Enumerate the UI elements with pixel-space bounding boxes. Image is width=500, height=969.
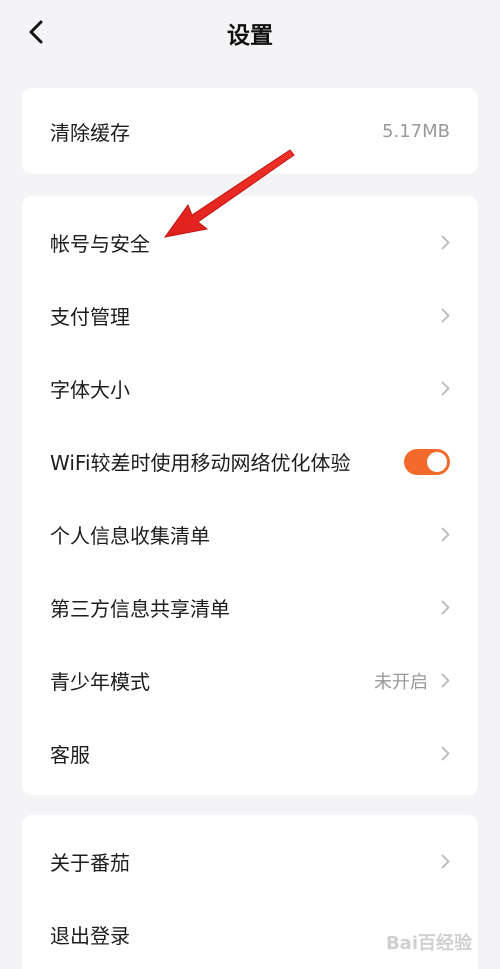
about-row[interactable]: 关于番茄 (22, 825, 478, 898)
payment-management-label: 支付管理 (50, 305, 130, 329)
account-security-row[interactable]: 帐号与安全 (22, 206, 478, 279)
clear-cache-row[interactable]: 清除缓存 5.17MB (22, 88, 478, 174)
header-bar: 设置 (0, 0, 500, 68)
teen-mode-status: 未开启 (374, 671, 428, 693)
wifi-optimize-toggle[interactable] (404, 448, 450, 475)
teen-mode-row[interactable]: 青少年模式 未开启 (22, 644, 478, 717)
chevron-right-icon (436, 744, 450, 764)
cache-card: 清除缓存 5.17MB (22, 88, 478, 174)
wifi-optimize-label: WiFi较差时使用移动网络优化体验 (50, 451, 351, 475)
customer-service-label: 客服 (50, 743, 90, 767)
chevron-right-icon (436, 671, 450, 691)
font-size-label: 字体大小 (50, 378, 130, 402)
settings-card: 帐号与安全 支付管理 字体大小 WiFi较差时使用移动网络优化体验 个人信息收集… (22, 196, 478, 795)
chevron-right-icon (436, 233, 450, 253)
account-security-label: 帐号与安全 (50, 232, 150, 256)
chevron-right-icon (436, 852, 450, 872)
personal-info-list-label: 个人信息收集清单 (50, 524, 210, 548)
page-title: 设置 (227, 23, 273, 49)
chevron-right-icon (436, 306, 450, 326)
about-label: 关于番茄 (50, 851, 130, 875)
teen-mode-label: 青少年模式 (50, 670, 150, 694)
customer-service-row[interactable]: 客服 (22, 717, 478, 790)
toggle-knob (427, 451, 447, 472)
cache-size-value: 5.17MB (382, 120, 450, 142)
third-party-sharing-label: 第三方信息共享清单 (50, 597, 230, 621)
clear-cache-label: 清除缓存 (50, 120, 130, 145)
payment-management-row[interactable]: 支付管理 (22, 279, 478, 352)
personal-info-list-row[interactable]: 个人信息收集清单 (22, 498, 478, 571)
watermark-logo: Bai百经验 (385, 933, 472, 954)
third-party-sharing-row[interactable]: 第三方信息共享清单 (22, 571, 478, 644)
wifi-optimize-row: WiFi较差时使用移动网络优化体验 (22, 425, 478, 498)
chevron-right-icon (436, 379, 450, 399)
font-size-row[interactable]: 字体大小 (22, 352, 478, 425)
chevron-right-icon (436, 598, 450, 618)
chevron-right-icon (436, 525, 450, 545)
